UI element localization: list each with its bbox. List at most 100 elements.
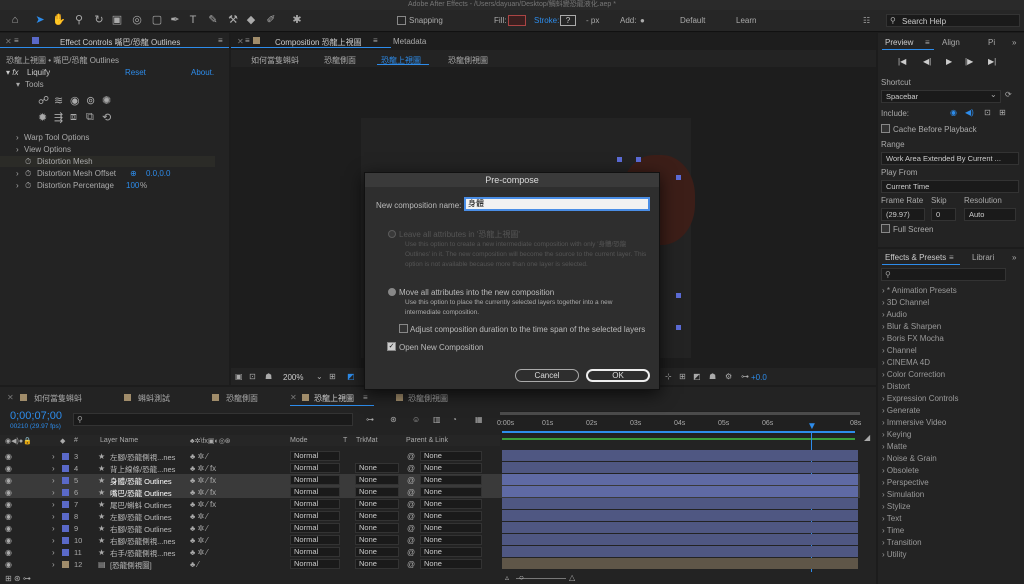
layer-duration-bar[interactable] xyxy=(502,498,858,509)
frame-blending-icon[interactable]: ▥ xyxy=(433,415,441,424)
table-row[interactable]: ◉ › 9 ★ 右腳/恐龍 Outlines ♣ ✲ ⁄ Normal None… xyxy=(0,522,860,534)
parent-select[interactable]: None xyxy=(420,547,482,557)
trkmat-select[interactable]: None xyxy=(355,535,399,545)
leave-attributes-radio[interactable] xyxy=(388,230,396,238)
first-frame-icon[interactable]: |◀ xyxy=(898,57,906,66)
mode-select[interactable]: Normal xyxy=(290,547,340,557)
close-icon[interactable]: ✕ xyxy=(237,37,244,46)
effects-search-input[interactable]: ⚲ xyxy=(881,268,1006,281)
table-row[interactable]: ◉ › 4 ★ 背上線條/恐龍...nes ♣ ✲ ⁄ fx Normal No… xyxy=(0,462,860,474)
effect-category-simulation[interactable]: › Simulation xyxy=(882,490,924,499)
mode-select[interactable]: Normal xyxy=(290,559,340,569)
cache-checkbox[interactable] xyxy=(881,124,890,133)
rectangle-tool-icon[interactable]: ▢ xyxy=(150,13,164,27)
zoom-in-icon[interactable]: △ xyxy=(569,573,575,582)
switches-icon[interactable]: ♣ ✲ ⁄ xyxy=(190,524,208,533)
metadata-tab[interactable]: Metadata xyxy=(393,37,426,46)
shift-pixels-tool-icon[interactable]: ⇶ xyxy=(54,111,63,124)
expand-icon[interactable]: › xyxy=(52,512,55,521)
work-area-bar[interactable] xyxy=(500,412,860,415)
tab-menu-icon[interactable]: ≡ xyxy=(949,253,954,262)
timeline-search-input[interactable]: ⚲ xyxy=(73,413,353,426)
table-row[interactable]: ◉ › 8 ★ 左腳/恐龍 Outlines ♣ ✲ ⁄ Normal None… xyxy=(0,510,860,522)
motion-blur-icon[interactable]: ◔ xyxy=(452,415,457,424)
percentage-value[interactable]: 100 xyxy=(126,181,139,190)
table-row[interactable]: ◉ › 3 ★ 左腳/恐龍側視...nes ♣ ✲ ⁄ Normal @ Non… xyxy=(0,450,860,462)
parent-select[interactable]: None xyxy=(420,487,482,497)
snapping-checkbox[interactable] xyxy=(397,16,406,25)
warp-tool-icon[interactable]: ☍ xyxy=(38,94,49,107)
table-row[interactable]: ◉ › 10 ★ 右腳/恐龍側視...nes ♣ ✲ ⁄ Normal None… xyxy=(0,534,860,546)
roto-brush-icon[interactable]: ✐ xyxy=(264,13,278,27)
pickwhip-icon[interactable]: @ xyxy=(407,536,415,545)
expand-icon[interactable]: › xyxy=(52,524,55,533)
pickwhip-icon[interactable]: @ xyxy=(407,524,415,533)
effect-category-obsolete[interactable]: › Obsolete xyxy=(882,466,919,475)
reset-exposure-icon[interactable]: ⊞ xyxy=(679,372,686,381)
layer-duration-bar[interactable] xyxy=(502,462,858,473)
switches-icon[interactable]: ♣ ✲ ⁄ xyxy=(190,452,208,461)
graph-editor-icon[interactable]: ▦ xyxy=(475,415,483,424)
view-options-toggle-icon[interactable]: › xyxy=(16,145,19,154)
effect-category-text[interactable]: › Text xyxy=(882,514,901,523)
effect-category-keying[interactable]: › Keying xyxy=(882,430,911,439)
frame-rate-select[interactable]: (29.97) xyxy=(881,208,925,221)
table-row[interactable]: ◉ › 12 ▤ [恐龍側視圖] ♣ ⁄ Normal None @ None xyxy=(0,558,860,570)
effects-presets-tab[interactable]: Effects & Presets xyxy=(885,253,946,262)
workspace-learn[interactable]: Learn xyxy=(736,16,756,25)
trkmat-select[interactable]: None xyxy=(355,523,399,533)
panel-overflow-icon[interactable]: » xyxy=(1012,38,1016,47)
home-icon[interactable]: ⌂ xyxy=(8,13,22,27)
mode-select[interactable]: Normal xyxy=(290,535,340,545)
overlay-include-icon[interactable]: ⊡ xyxy=(984,108,991,117)
reconstruction-tool-icon[interactable]: ⟲ xyxy=(102,111,111,124)
effect-category-noise-grain[interactable]: › Noise & Grain xyxy=(882,454,937,463)
selection-tool-icon[interactable]: ➤ xyxy=(33,13,47,27)
timeline-scroll-icon[interactable]: ◢ xyxy=(864,433,870,442)
add-dropdown-icon[interactable]: ● xyxy=(640,16,645,25)
switches-icon[interactable]: ♣ ✲ ⁄ xyxy=(190,548,208,557)
resolution-select[interactable]: Auto xyxy=(964,208,1016,221)
close-icon[interactable]: ✕ xyxy=(5,37,12,46)
cancel-button[interactable]: Cancel xyxy=(515,369,579,382)
mask-visibility-icon[interactable]: ☗ xyxy=(265,372,272,381)
play-icon[interactable]: ▶ xyxy=(946,57,952,66)
effect-category-animation-presets[interactable]: › * Animation Presets xyxy=(882,286,957,295)
video-include-icon[interactable]: ◉ xyxy=(950,108,957,117)
effect-category-boris-fx[interactable]: › Boris FX Mocha xyxy=(882,334,944,343)
table-row[interactable]: ◉ › 11 ★ 右手/恐龍側視...nes ♣ ✲ ⁄ Normal None… xyxy=(0,546,860,558)
mode-select[interactable]: Normal xyxy=(290,451,340,461)
layer-duration-bar[interactable] xyxy=(502,558,858,569)
last-frame-icon[interactable]: ▶| xyxy=(988,57,996,66)
layer-duration-bar[interactable] xyxy=(502,450,858,461)
timeline-tab-3[interactable]: 恐龍側面 xyxy=(226,393,258,404)
effect-category-stylize[interactable]: › Stylize xyxy=(882,502,910,511)
draft-3d-icon[interactable]: ⊛ xyxy=(390,415,397,424)
fill-swatch[interactable] xyxy=(508,15,526,26)
audio-include-icon[interactable]: ◀) xyxy=(965,108,974,117)
pickwhip-icon[interactable]: @ xyxy=(407,560,415,569)
pen-tool-icon[interactable]: ✒ xyxy=(168,13,182,27)
eye-icon[interactable]: ◉ xyxy=(5,500,12,509)
search-help-input[interactable]: ⚲ Search Help xyxy=(886,14,1020,27)
stroke-swatch[interactable]: ? xyxy=(560,15,576,26)
switches-icon[interactable]: ♣ ✲ ⁄ fx xyxy=(190,488,216,497)
skip-select[interactable]: 0 xyxy=(931,208,956,221)
effect-category-utility[interactable]: › Utility xyxy=(882,550,906,559)
adjust-duration-checkbox[interactable] xyxy=(399,324,408,333)
bloat-tool-icon[interactable]: ✹ xyxy=(38,111,47,124)
eye-icon[interactable]: ◉ xyxy=(5,524,12,533)
stopwatch-icon[interactable]: ⏱ xyxy=(25,169,31,179)
parent-select[interactable]: None xyxy=(420,463,482,473)
trkmat-select[interactable]: None xyxy=(355,487,399,497)
rotate-tool-icon[interactable]: ↻ xyxy=(92,13,106,27)
effect-category-generate[interactable]: › Generate xyxy=(882,406,920,415)
exposure-value[interactable]: +0.0 xyxy=(751,373,767,382)
mesh-offset-value[interactable]: 0.0,0.0 xyxy=(146,169,170,178)
expand-icon[interactable]: › xyxy=(52,500,55,509)
view-options[interactable]: View Options xyxy=(24,145,71,154)
effect-category-3d-channel[interactable]: › 3D Channel xyxy=(882,298,929,307)
mode-select[interactable]: Normal xyxy=(290,511,340,521)
clone-stamp-icon[interactable]: ⚒ xyxy=(226,13,240,27)
reset-link[interactable]: Reset xyxy=(125,68,146,77)
